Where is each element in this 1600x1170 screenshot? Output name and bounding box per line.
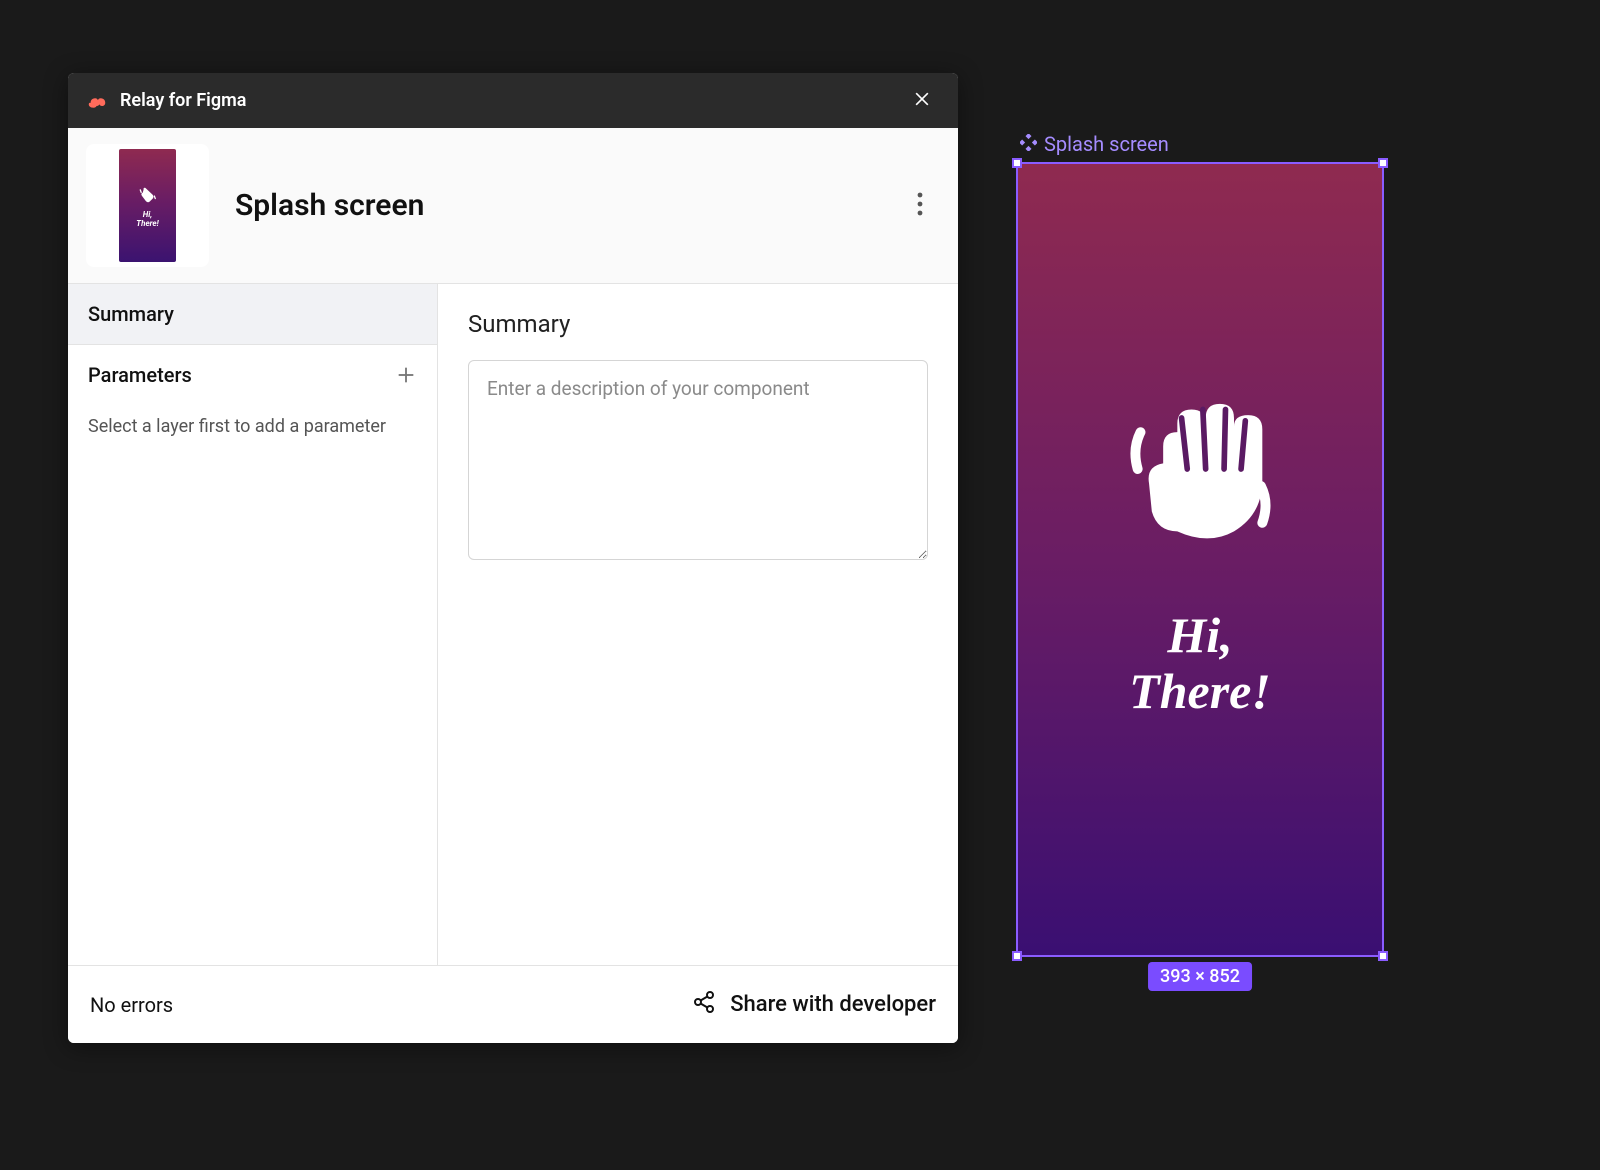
content-area: Summary: [438, 284, 958, 965]
sidebar-item-label: Parameters: [88, 363, 192, 387]
sidebar-item-parameters[interactable]: Parameters: [68, 345, 437, 405]
plus-icon: [395, 364, 417, 386]
close-button[interactable]: [904, 83, 940, 119]
panel-body: Summary Parameters Select a layer first …: [68, 284, 958, 965]
splash-greeting-text: Hi, There!: [1129, 607, 1271, 719]
share-icon: [692, 990, 716, 1020]
share-with-developer-button[interactable]: Share with developer: [692, 990, 936, 1020]
wave-icon: [137, 183, 159, 205]
sidebar-item-label: Summary: [88, 302, 174, 326]
relay-logo-icon: [86, 90, 108, 112]
share-label: Share with developer: [730, 992, 936, 1017]
component-thumbnail: Hi, There!: [86, 144, 209, 267]
splash-screen-frame[interactable]: Hi, There! 393 × 852: [1016, 162, 1384, 957]
parameters-help-text: Select a layer first to add a parameter: [68, 405, 437, 459]
component-header: Hi, There! Splash screen: [68, 128, 958, 284]
thumbnail-preview: Hi, There!: [119, 149, 176, 262]
sidebar: Summary Parameters Select a layer first …: [68, 284, 438, 965]
sidebar-item-summary[interactable]: Summary: [68, 284, 437, 345]
panel-footer: No errors Share with developer: [68, 965, 958, 1043]
frame-dimensions-badge: 393 × 852: [1148, 962, 1252, 991]
plugin-titlebar: Relay for Figma: [68, 73, 958, 128]
close-icon: [912, 89, 932, 113]
wave-icon: [1115, 401, 1285, 551]
plugin-title: Relay for Figma: [120, 90, 246, 111]
component-icon: [1020, 132, 1037, 156]
selection-handle-bottom-left[interactable]: [1012, 951, 1022, 961]
selection-handle-bottom-right[interactable]: [1378, 951, 1388, 961]
plugin-brand: Relay for Figma: [86, 90, 246, 112]
component-name: Splash screen: [235, 188, 874, 223]
overflow-menu-button[interactable]: [900, 186, 940, 226]
selection-handle-top-left[interactable]: [1012, 158, 1022, 168]
relay-plugin-panel: Relay for Figma Hi, There! Splash screen: [68, 73, 958, 1043]
thumbnail-text: Hi, There!: [136, 211, 158, 228]
frame-label[interactable]: Splash screen: [1020, 132, 1384, 156]
add-parameter-button[interactable]: [395, 364, 417, 386]
canvas-area: Splash screen: [1016, 132, 1384, 957]
error-status: No errors: [90, 993, 173, 1017]
selection-handle-top-right[interactable]: [1378, 158, 1388, 168]
description-input[interactable]: [468, 360, 928, 560]
more-vertical-icon: [917, 192, 923, 220]
content-heading: Summary: [468, 310, 928, 338]
frame-label-text: Splash screen: [1044, 132, 1169, 156]
